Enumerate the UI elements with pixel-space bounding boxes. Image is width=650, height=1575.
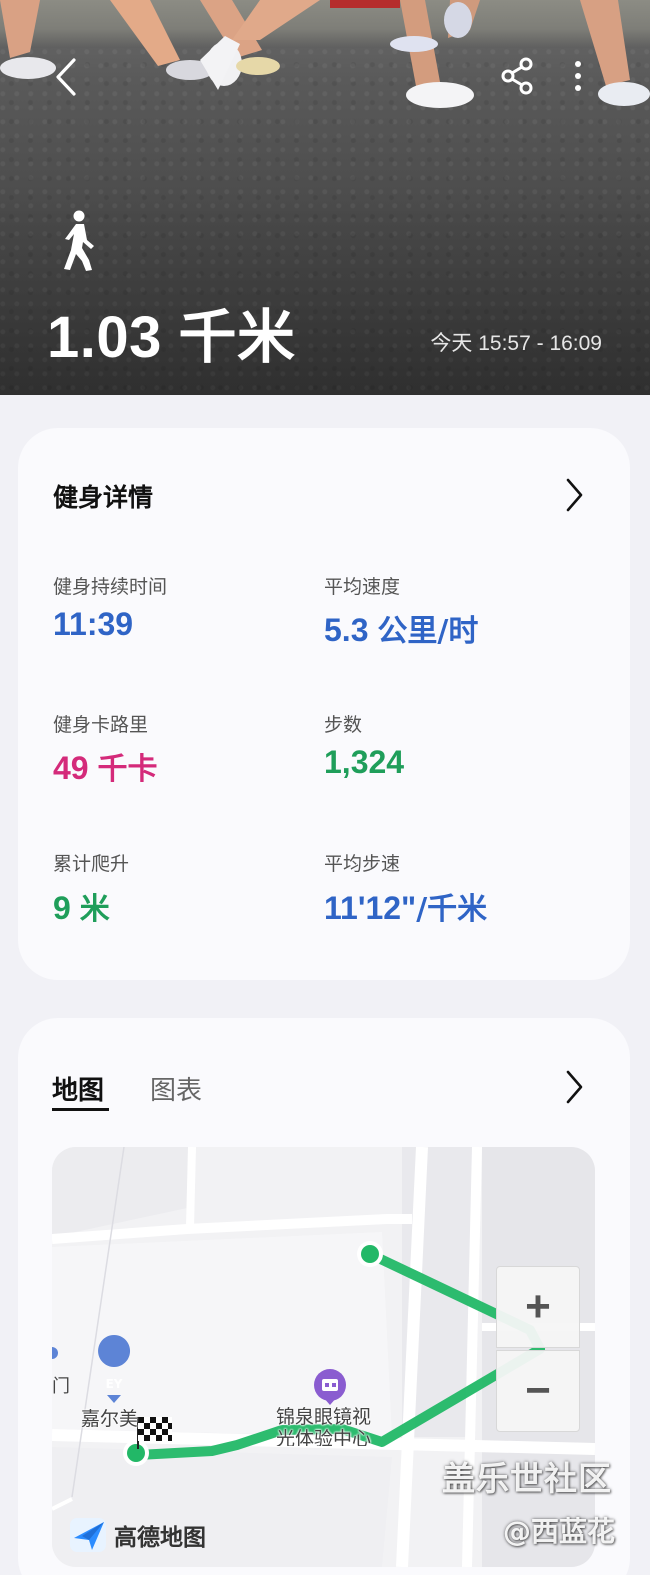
more-options-button[interactable] xyxy=(566,56,590,96)
metric-label-steps: 步数 xyxy=(324,714,363,736)
metric-value-avg-speed: 5.3 公里/时 xyxy=(324,612,479,649)
chevron-right-icon xyxy=(566,1070,583,1104)
metric-value-avg-pace: 11'12"/千米 xyxy=(324,890,488,927)
details-expand-button[interactable] xyxy=(563,477,585,513)
amap-logo-icon xyxy=(70,1518,106,1552)
metric-label-elevation-gain: 累计爬升 xyxy=(53,853,130,875)
watermark-community: 盖乐世社区 xyxy=(442,1459,612,1498)
metric-label-avg-speed: 平均速度 xyxy=(324,576,401,598)
map-expand-button[interactable] xyxy=(563,1069,585,1105)
metric-value-duration: 11:39 xyxy=(53,606,134,642)
workout-time-range: 今天 15:57 - 16:09 xyxy=(430,332,602,355)
more-vertical-icon xyxy=(575,61,581,91)
share-button[interactable] xyxy=(500,56,536,96)
share-icon xyxy=(501,57,533,95)
metric-value-elevation-gain: 9 米 xyxy=(53,890,110,927)
metric-value-steps: 1,324 xyxy=(324,744,405,780)
metric-value-calories: 49 千卡 xyxy=(53,750,158,787)
map-label-partial: 门 xyxy=(52,1376,70,1397)
metric-label-duration: 健身持续时间 xyxy=(53,576,168,598)
zoom-out-button[interactable]: − xyxy=(496,1350,580,1432)
svg-text:EY: EY xyxy=(106,1377,123,1391)
active-tab-indicator xyxy=(52,1108,109,1111)
walking-person-icon xyxy=(64,210,94,271)
amap-provider-logo: 高德地图 xyxy=(70,1518,206,1552)
watermark-author: @西蓝花 xyxy=(503,1515,616,1548)
details-title: 健身详情 xyxy=(53,483,154,512)
back-button[interactable] xyxy=(50,56,84,98)
chevron-right-icon xyxy=(566,478,583,512)
chevron-left-icon xyxy=(56,58,76,96)
metric-label-avg-pace: 平均步速 xyxy=(324,853,401,875)
poi-label-optical-center[interactable]: 锦泉眼镜视光体验中心 xyxy=(276,1406,386,1446)
tab-map[interactable]: 地图 xyxy=(52,1070,104,1107)
total-distance: 1.03 千米 xyxy=(47,305,296,370)
poi-label-jiaermei[interactable]: 嘉尔美 xyxy=(81,1404,138,1431)
metric-label-calories: 健身卡路里 xyxy=(53,714,149,736)
tab-chart[interactable]: 图表 xyxy=(150,1070,202,1107)
zoom-in-button[interactable]: + xyxy=(496,1266,580,1348)
amap-provider-name: 高德地图 xyxy=(114,1525,206,1551)
